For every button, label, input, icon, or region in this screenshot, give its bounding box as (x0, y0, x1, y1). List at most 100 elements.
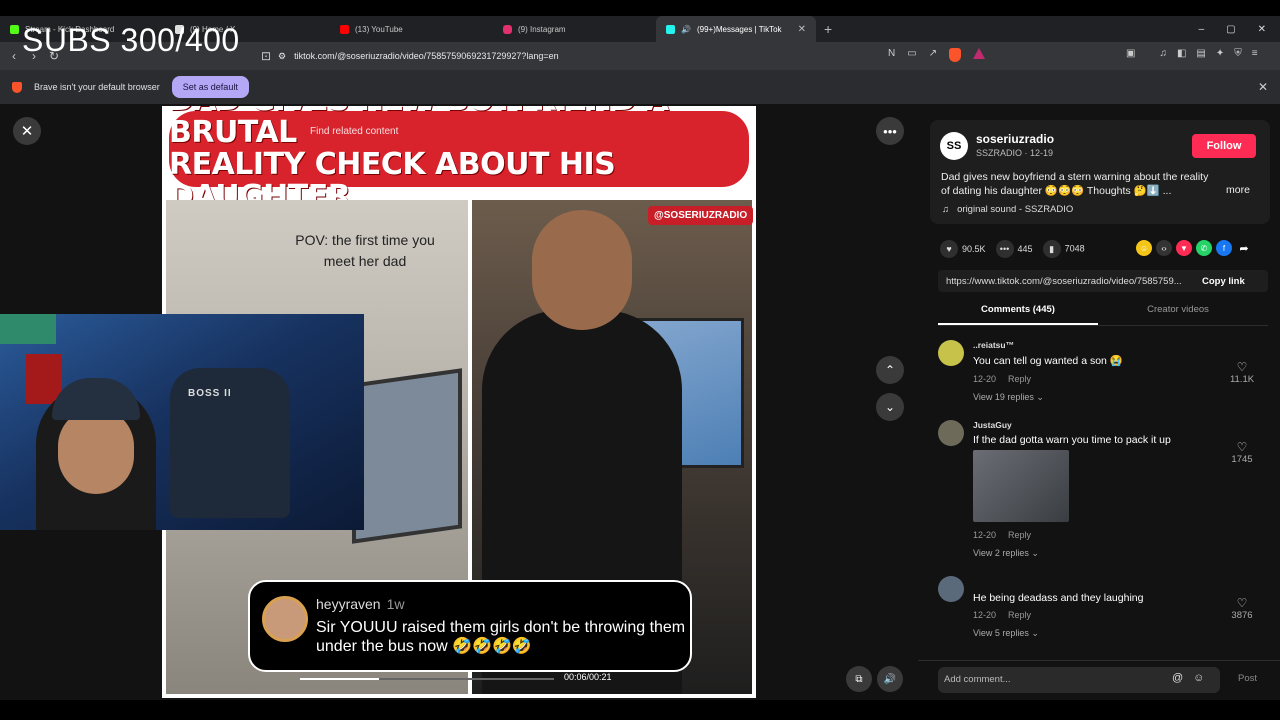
close-video-button[interactable]: ✕ (13, 117, 41, 145)
pov-caption: POV: the first time you meet her dad (295, 232, 435, 269)
pip-button[interactable]: ⧉ (846, 666, 872, 692)
streamer-face (58, 408, 134, 494)
vpn-icon[interactable]: ⛨ (1234, 48, 1242, 59)
mention-icon[interactable]: @ (1172, 672, 1183, 684)
comment-user[interactable]: JustaGuy (973, 420, 1012, 430)
instagram-icon (503, 24, 512, 34)
bookmark-icon: ▮ (1042, 240, 1061, 258)
minimize-button[interactable]: – (1199, 24, 1205, 35)
creator-name[interactable]: soseriuzradio (976, 132, 1054, 146)
quoted-comment-user: heyyraven (316, 596, 381, 612)
facebook-icon[interactable]: f (1216, 240, 1232, 256)
sidebar-icon[interactable]: ◧ (1177, 48, 1186, 59)
like-count: 90.5K (962, 244, 986, 254)
tab-tiktok[interactable]: 🔊 (99+)Messages | TikTok ✕ (656, 16, 816, 42)
brave-rewards-icon[interactable] (973, 48, 986, 59)
video-progress-bar[interactable] (300, 678, 554, 680)
menu-icon[interactable]: ≡ (1252, 48, 1258, 59)
whatsapp-icon[interactable]: ✆ (1196, 240, 1212, 256)
comment-user[interactable]: ..reiatsu™ (973, 340, 1014, 350)
bottom-strip (0, 700, 1280, 720)
bookmark-icon[interactable]: ⊡ (256, 49, 276, 63)
screen: Stream - Kick Dashboard (9) Home / X (13… (0, 0, 1280, 720)
view-replies-link[interactable]: View 19 replies ⌄ (973, 392, 1044, 403)
find-related-overlay[interactable]: Find related content (310, 126, 398, 137)
view-replies-link[interactable]: View 5 replies ⌄ (973, 628, 1039, 639)
sound-row[interactable]: ♫ original sound - SSZRADIO (942, 204, 1073, 215)
comment-icon: ••• (995, 240, 1014, 258)
comment-avatar[interactable] (938, 576, 964, 602)
watermark-handle: @SOSERIUZRADIO (648, 206, 754, 225)
comment-date: 12-20 (973, 610, 997, 620)
wallet-icon[interactable]: ▤ (1196, 48, 1205, 59)
description-more-link[interactable]: more (1226, 184, 1250, 196)
more-options-button[interactable]: ••• (876, 117, 904, 145)
post-button[interactable]: Post (1238, 673, 1257, 684)
reply-button[interactable]: Reply (1008, 530, 1031, 540)
brave-logo-icon (12, 81, 22, 93)
subs-goal-overlay: SUBS 300/400 (22, 22, 240, 58)
window-controls: – ▢ ✕ (1199, 16, 1274, 42)
comment-like[interactable]: ♡ 1745 (1222, 440, 1262, 465)
tab-label: (99+)Messages | TikTok (696, 24, 782, 34)
tab-instagram[interactable]: (9) Instagram (493, 16, 656, 42)
youtube-icon (340, 24, 349, 34)
comment-avatar[interactable] (938, 420, 964, 446)
share-link-url[interactable]: https://www.tiktok.com/@soseriuzradio/vi… (938, 276, 1194, 287)
comment-attached-image[interactable] (973, 450, 1069, 522)
close-infobar-icon[interactable]: ✕ (1258, 80, 1268, 94)
previous-video-button[interactable]: ⌃ (876, 356, 904, 384)
volume-button[interactable]: 🔊 (877, 666, 903, 692)
tab-creator-videos[interactable]: Creator videos (1098, 304, 1258, 325)
kick-icon (10, 24, 19, 34)
tab-comments[interactable]: Comments (445) (938, 304, 1098, 325)
comment-like[interactable]: ♡ 11.1K (1222, 360, 1262, 385)
back-icon[interactable]: ‹ (4, 49, 24, 63)
comment-like[interactable]: ♡ 3876 (1222, 596, 1262, 621)
new-tab-button[interactable]: + (816, 21, 840, 37)
tab-label: (13) YouTube (355, 24, 403, 34)
heart-outline-icon: ♡ (1236, 596, 1248, 610)
follow-button[interactable]: Follow (1192, 134, 1256, 158)
sound-name: original sound - SSZRADIO (957, 204, 1074, 215)
site-settings-icon[interactable]: ⚙ (278, 51, 286, 62)
heart-outline-icon: ♡ (1236, 360, 1248, 374)
infobar-message: Brave isn't your default browser (34, 82, 160, 92)
commenter-avatar (262, 596, 308, 642)
repost-icon[interactable]: ☺ (1136, 240, 1152, 256)
creator-avatar[interactable]: SS (940, 132, 968, 160)
reply-button[interactable]: Reply (1008, 610, 1031, 620)
comment-stat[interactable]: ••• 445 (995, 240, 1033, 258)
copy-link-button[interactable]: Copy link (1202, 276, 1245, 287)
brave-shields-icon[interactable] (949, 48, 962, 62)
send-icon[interactable]: ▼ (1176, 240, 1192, 256)
progress-fill (300, 678, 379, 680)
embed-icon[interactable]: ‹› (1156, 240, 1172, 256)
share-options: ☺ ‹› ▼ ✆ f ➦ (1136, 240, 1252, 256)
maximize-button[interactable]: ▢ (1226, 24, 1235, 35)
emoji-icon[interactable]: ☺ (1193, 672, 1204, 684)
share-link-box: https://www.tiktok.com/@soseriuzradio/vi… (938, 270, 1268, 292)
default-browser-infobar: Brave isn't your default browser Set as … (0, 70, 1280, 104)
close-window-button[interactable]: ✕ (1258, 24, 1266, 35)
cast-icon[interactable]: ▭ (907, 48, 916, 62)
music-icon[interactable]: ♫ (1159, 48, 1167, 59)
leo-ai-icon[interactable]: ✦ (1216, 48, 1224, 59)
comment-text: He being deadass and they laughing (973, 592, 1144, 604)
tab-search-icon[interactable]: ▣ (1126, 48, 1135, 59)
share-icon[interactable]: ↗ (929, 48, 937, 62)
set-as-default-button[interactable]: Set as default (171, 76, 249, 98)
creator-subline: SSZRADIO · 12-19 (976, 148, 1054, 158)
translate-icon[interactable]: N (888, 48, 895, 62)
share-arrow-icon[interactable]: ➦ (1236, 240, 1252, 256)
tab-youtube[interactable]: (13) YouTube (330, 16, 493, 42)
reply-button[interactable]: Reply (1008, 374, 1031, 384)
comment-avatar[interactable] (938, 340, 964, 366)
close-tab-icon[interactable]: ✕ (798, 24, 806, 35)
next-video-button[interactable]: ⌄ (876, 393, 904, 421)
like-stat[interactable]: ♥ 90.5K (940, 240, 986, 258)
view-replies-link[interactable]: View 2 replies ⌄ (973, 548, 1039, 559)
tiktok-icon (666, 24, 675, 34)
title-banner: DAD GIVES NEW BOYFRIEND A BRUTAL REALITY… (166, 106, 752, 213)
save-stat[interactable]: ▮ 7048 (1042, 240, 1085, 258)
